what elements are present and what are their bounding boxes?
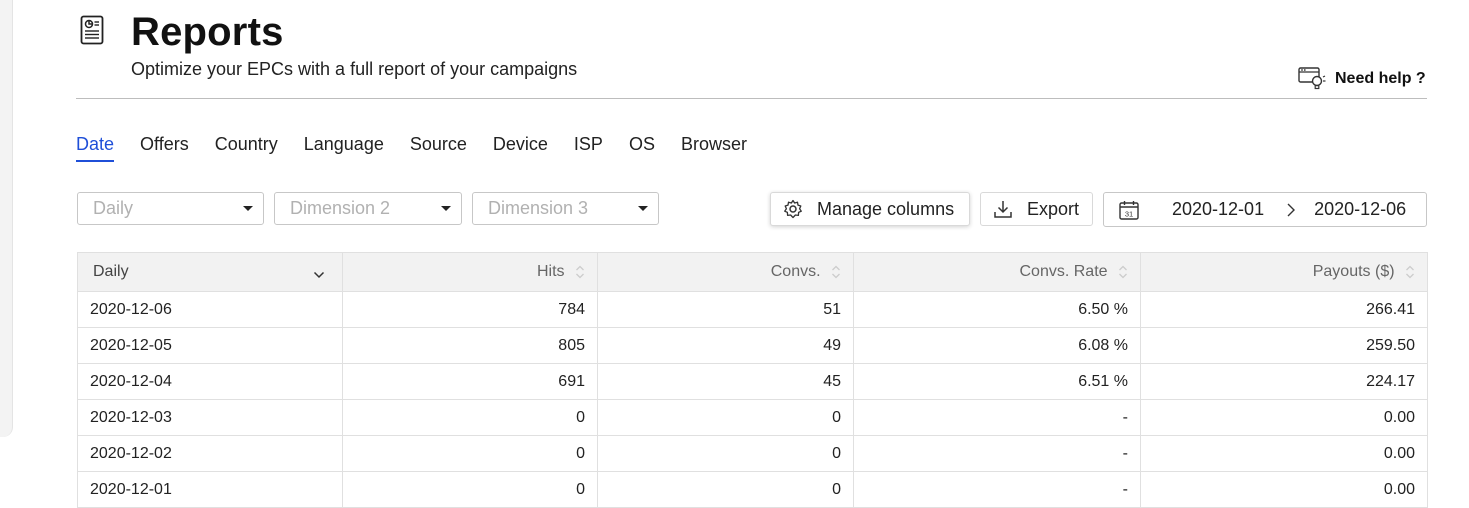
cell-convs-rate: 6.08 % bbox=[853, 327, 1141, 364]
need-help-link[interactable]: Need help ? bbox=[1298, 66, 1426, 92]
svg-text:31: 31 bbox=[1125, 209, 1133, 218]
export-label: Export bbox=[1027, 198, 1080, 219]
tab-device[interactable]: Device bbox=[493, 134, 548, 162]
tab-source[interactable]: Source bbox=[410, 134, 467, 162]
date-range-picker[interactable]: 31 2020-12-01 2020-12-06 bbox=[1103, 192, 1427, 227]
cell-date: 2020-12-06 bbox=[77, 291, 343, 328]
tab-language[interactable]: Language bbox=[304, 134, 384, 162]
tab-isp[interactable]: ISP bbox=[574, 134, 603, 162]
cell-hits: 805 bbox=[342, 327, 598, 364]
sidebar-edge bbox=[0, 0, 13, 437]
cell-convs: 0 bbox=[597, 399, 854, 436]
cell-convs: 51 bbox=[597, 291, 854, 328]
dimension-3-select[interactable]: Dimension 3 bbox=[472, 192, 659, 225]
cell-convs-rate: - bbox=[853, 399, 1141, 436]
export-button[interactable]: Export bbox=[980, 192, 1093, 226]
calendar-icon: 31 bbox=[1119, 200, 1139, 220]
sort-icon bbox=[1406, 265, 1414, 279]
table-row: 2020-12-01 0 0 - 0.00 bbox=[77, 471, 1428, 508]
help-lightbulb-icon bbox=[1298, 67, 1326, 90]
column-header-daily[interactable]: Daily bbox=[77, 252, 343, 292]
report-table: Daily Hits Convs. Convs. Rate Payouts ($… bbox=[77, 252, 1428, 508]
sort-icon bbox=[576, 265, 584, 279]
sort-icon bbox=[832, 265, 840, 279]
manage-columns-label: Manage columns bbox=[817, 198, 955, 219]
gear-icon bbox=[784, 199, 802, 219]
cell-date: 2020-12-05 bbox=[77, 327, 343, 364]
table-row: 2020-12-06 784 51 6.50 % 266.41 bbox=[77, 291, 1428, 328]
cell-payouts: 224.17 bbox=[1140, 363, 1428, 400]
column-header-convs-rate[interactable]: Convs. Rate bbox=[853, 252, 1141, 292]
cell-convs-rate: - bbox=[853, 435, 1141, 472]
cell-convs-rate: - bbox=[853, 471, 1141, 508]
cell-convs-rate: 6.50 % bbox=[853, 291, 1141, 328]
table-row: 2020-12-02 0 0 - 0.00 bbox=[77, 435, 1428, 472]
chevron-right-icon bbox=[1287, 203, 1296, 216]
cell-convs: 49 bbox=[597, 327, 854, 364]
cell-payouts: 266.41 bbox=[1140, 291, 1428, 328]
column-header-payouts[interactable]: Payouts ($) bbox=[1140, 252, 1428, 292]
cell-hits: 691 bbox=[342, 363, 598, 400]
tab-date[interactable]: Date bbox=[76, 134, 115, 162]
cell-payouts: 0.00 bbox=[1140, 471, 1428, 508]
cell-convs-rate: 6.51 % bbox=[853, 363, 1141, 400]
table-row: 2020-12-04 691 45 6.51 % 224.17 bbox=[77, 363, 1428, 400]
need-help-label: Need help ? bbox=[1335, 70, 1426, 87]
cell-date: 2020-12-03 bbox=[77, 399, 343, 436]
cell-payouts: 0.00 bbox=[1140, 435, 1428, 472]
tab-country[interactable]: Country bbox=[215, 134, 278, 162]
cell-convs: 0 bbox=[597, 471, 854, 508]
cell-convs: 45 bbox=[597, 363, 854, 400]
dimension-3-placeholder: Dimension 3 bbox=[488, 198, 589, 218]
cell-date: 2020-12-01 bbox=[77, 471, 343, 508]
sort-desc-icon bbox=[313, 271, 325, 279]
report-tabs: Date Offers Country Language Source Devi… bbox=[76, 134, 747, 162]
cell-payouts: 0.00 bbox=[1140, 399, 1428, 436]
tab-browser[interactable]: Browser bbox=[681, 134, 747, 162]
table-row: 2020-12-05 805 49 6.08 % 259.50 bbox=[77, 327, 1428, 364]
cell-hits: 0 bbox=[342, 435, 598, 472]
column-header-hits[interactable]: Hits bbox=[342, 252, 598, 292]
dimension-1-select[interactable]: Daily bbox=[77, 192, 264, 225]
caret-down-icon bbox=[638, 206, 648, 211]
manage-columns-button[interactable]: Manage columns bbox=[770, 192, 970, 226]
cell-date: 2020-12-02 bbox=[77, 435, 343, 472]
cell-convs: 0 bbox=[597, 435, 854, 472]
page-subtitle: Optimize your EPCs with a full report of… bbox=[131, 59, 578, 79]
column-header-convs[interactable]: Convs. bbox=[597, 252, 854, 292]
cell-payouts: 259.50 bbox=[1140, 327, 1428, 364]
dimension-2-select[interactable]: Dimension 2 bbox=[274, 192, 462, 225]
sort-icon bbox=[1119, 265, 1127, 279]
cell-hits: 0 bbox=[342, 399, 598, 436]
download-icon bbox=[994, 201, 1012, 218]
tab-offers[interactable]: Offers bbox=[140, 134, 189, 162]
cell-hits: 784 bbox=[342, 291, 598, 328]
report-icon bbox=[80, 15, 104, 45]
dimension-1-value: Daily bbox=[93, 198, 134, 218]
cell-date: 2020-12-04 bbox=[77, 363, 343, 400]
tab-os[interactable]: OS bbox=[629, 134, 655, 162]
header-divider bbox=[76, 98, 1427, 99]
caret-down-icon bbox=[243, 206, 253, 211]
date-end[interactable]: 2020-12-06 bbox=[1314, 199, 1406, 220]
table-header-row: Daily Hits Convs. Convs. Rate Payouts ($… bbox=[77, 252, 1428, 292]
table-row: 2020-12-03 0 0 - 0.00 bbox=[77, 399, 1428, 436]
page-title: Reports bbox=[131, 10, 284, 54]
date-start[interactable]: 2020-12-01 bbox=[1172, 199, 1264, 220]
cell-hits: 0 bbox=[342, 471, 598, 508]
caret-down-icon bbox=[441, 206, 451, 211]
dimension-2-placeholder: Dimension 2 bbox=[290, 198, 391, 218]
